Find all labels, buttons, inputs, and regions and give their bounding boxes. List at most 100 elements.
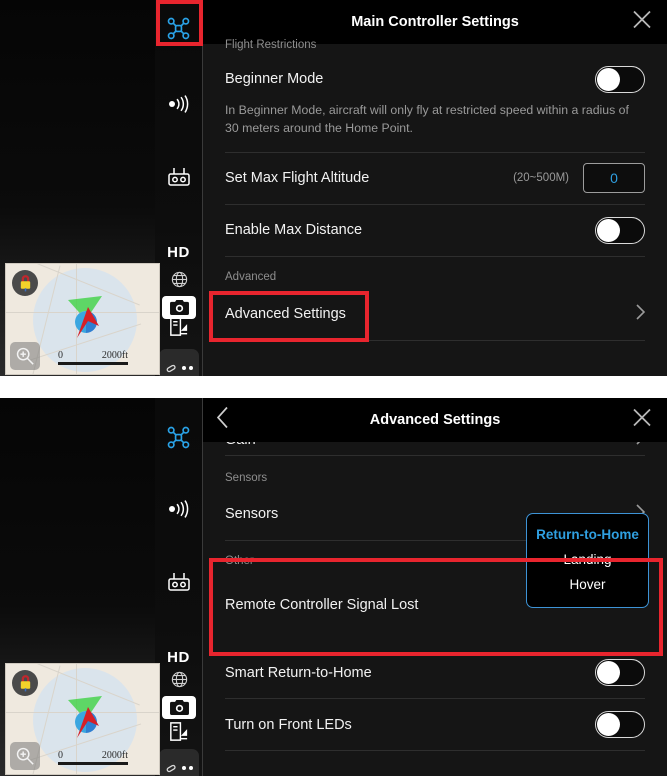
row-beginner-mode[interactable]: Beginner Mode — [225, 56, 645, 102]
back-button[interactable] — [216, 406, 229, 434]
picker-option-return-to-home[interactable]: Return-to-Home — [536, 522, 639, 547]
advanced-settings-chevron — [636, 304, 646, 325]
sheet-header-top: Main Controller Settings — [203, 0, 667, 44]
max-altitude-value: 0 — [610, 170, 618, 187]
section-flight-restrictions: Flight Restrictions — [225, 39, 317, 51]
close-button-bottom[interactable] — [631, 407, 653, 434]
chevron-right-icon — [636, 442, 641, 445]
signal-icon — [168, 95, 188, 113]
more-options-button-top[interactable] — [159, 349, 199, 376]
lock-icon — [20, 674, 30, 691]
smart-rth-label: Smart Return-to-Home — [225, 664, 372, 681]
max-distance-toggle[interactable] — [595, 216, 645, 244]
row-advanced-settings[interactable]: Advanced Settings — [225, 289, 646, 341]
toggle-knob — [597, 713, 620, 736]
map-lock-button[interactable] — [12, 670, 38, 696]
globe-button-top[interactable] — [164, 266, 194, 292]
map-zoom-button[interactable] — [10, 342, 40, 370]
advanced-settings-label: Advanced Settings — [225, 306, 346, 323]
sheet-body-bottom[interactable]: Gain Sensors Sensors — [203, 442, 667, 776]
drone-icon — [167, 426, 190, 448]
camera-shutter-button-bottom[interactable] — [162, 696, 196, 719]
smart-rth-toggle[interactable] — [595, 659, 645, 686]
max-distance-label: Enable Max Distance — [225, 222, 363, 239]
row-smart-return-to-home[interactable]: Smart Return-to-Home — [225, 647, 645, 699]
gain-chevron — [636, 442, 645, 450]
more-dot — [181, 766, 186, 770]
drone-icon — [167, 17, 190, 39]
page-title-main-controller: Main Controller Settings — [351, 14, 519, 30]
close-icon — [633, 408, 651, 427]
more-options-button-bottom[interactable] — [159, 749, 199, 776]
scalebar-line — [58, 762, 128, 765]
rail-item-remote-controller[interactable] — [155, 558, 203, 608]
scale-min-label: 0 — [58, 750, 63, 761]
rail-item-aircraft[interactable] — [155, 3, 203, 53]
advanced-settings-sheet: Advanced Settings Gain Sensors — [203, 398, 667, 776]
globe-icon — [171, 671, 187, 687]
globe-icon — [171, 271, 187, 287]
more-dot — [181, 366, 186, 370]
remote-controller-icon — [167, 573, 190, 591]
rail-item-aircraft[interactable] — [155, 412, 203, 462]
bottom-panel-advanced-settings: HD 0 2000ft Advanced Settings Sensors Se… — [0, 398, 667, 776]
rail-item-remote-controller[interactable] — [155, 153, 203, 203]
rail-item-transmission[interactable] — [155, 79, 203, 129]
lock-icon — [20, 274, 30, 291]
row-enable-max-distance[interactable]: Enable Max Distance — [225, 205, 645, 257]
map-zoom-button[interactable] — [10, 742, 40, 770]
more-options-icon — [166, 364, 176, 372]
minimap-bottom[interactable]: 0 2000ft — [5, 663, 160, 775]
hd-icon: HD — [167, 648, 190, 666]
magnifier-zoom-icon — [16, 347, 34, 365]
sensors-label: Sensors — [225, 506, 279, 522]
toggle-knob — [597, 218, 620, 242]
signal-lost-label: Remote Controller Signal Lost — [225, 597, 419, 613]
sheet-header-bottom: Advanced Settings — [203, 398, 667, 442]
toggle-knob — [597, 661, 620, 684]
more-dot — [188, 366, 193, 370]
picker-option-landing[interactable]: Landing — [563, 547, 611, 572]
max-altitude-label: Set Max Flight Altitude — [225, 170, 370, 187]
beginner-mode-label: Beginner Mode — [225, 71, 324, 87]
page-title-advanced: Advanced Settings — [369, 412, 501, 428]
main-controller-settings-sheet: Main Controller Settings Flight Restrict… — [203, 0, 667, 376]
chevron-right-icon — [636, 304, 646, 320]
row-turn-on-front-leds[interactable]: Turn on Front LEDs — [225, 699, 645, 751]
scalebar-line — [58, 362, 128, 365]
section-advanced: Advanced — [225, 270, 277, 283]
camera-shutter-icon — [169, 700, 189, 715]
row-gain[interactable]: Gain — [225, 442, 645, 456]
signal-lost-action-picker[interactable]: Return-to-Home Landing Hover — [526, 513, 649, 608]
row-max-flight-altitude[interactable]: Set Max Flight Altitude (20~500M) 0 — [225, 153, 645, 205]
sheet-body-top[interactable]: Flight Restrictions Beginner Mode In Beg… — [203, 39, 667, 376]
picker-option-hover[interactable]: Hover — [569, 572, 605, 597]
camera-controls-top — [155, 266, 203, 376]
beginner-mode-toggle[interactable] — [595, 65, 645, 93]
rail-item-transmission[interactable] — [155, 484, 203, 534]
front-leds-label: Turn on Front LEDs — [225, 716, 352, 733]
max-altitude-range-hint: (20~500M) — [513, 172, 569, 185]
close-icon — [633, 10, 651, 29]
camera-shutter-icon — [169, 300, 189, 315]
map-scalebar: 0 2000ft — [58, 350, 128, 365]
front-leds-toggle[interactable] — [595, 711, 645, 738]
scale-max-label: 2000ft — [101, 750, 128, 761]
remote-controller-icon — [167, 168, 190, 186]
close-button-top[interactable] — [631, 9, 653, 36]
map-lock-button[interactable] — [12, 270, 38, 296]
minimap-top[interactable]: 0 2000ft — [5, 263, 160, 375]
camera-shutter-button-top[interactable] — [162, 296, 196, 319]
gain-label: Gain — [225, 442, 256, 448]
drone-heading-marker — [68, 696, 102, 738]
toggle-knob — [597, 67, 620, 91]
map-scalebar: 0 2000ft — [58, 750, 128, 765]
magnifier-zoom-icon — [16, 747, 34, 765]
scale-max-label: 2000ft — [101, 350, 128, 361]
camera-controls-bottom — [155, 666, 203, 776]
section-sensors: Sensors — [225, 472, 268, 484]
scale-min-label: 0 — [58, 350, 63, 361]
globe-button-bottom[interactable] — [164, 666, 194, 692]
max-altitude-input[interactable]: 0 — [583, 163, 645, 194]
more-dot — [188, 766, 193, 770]
